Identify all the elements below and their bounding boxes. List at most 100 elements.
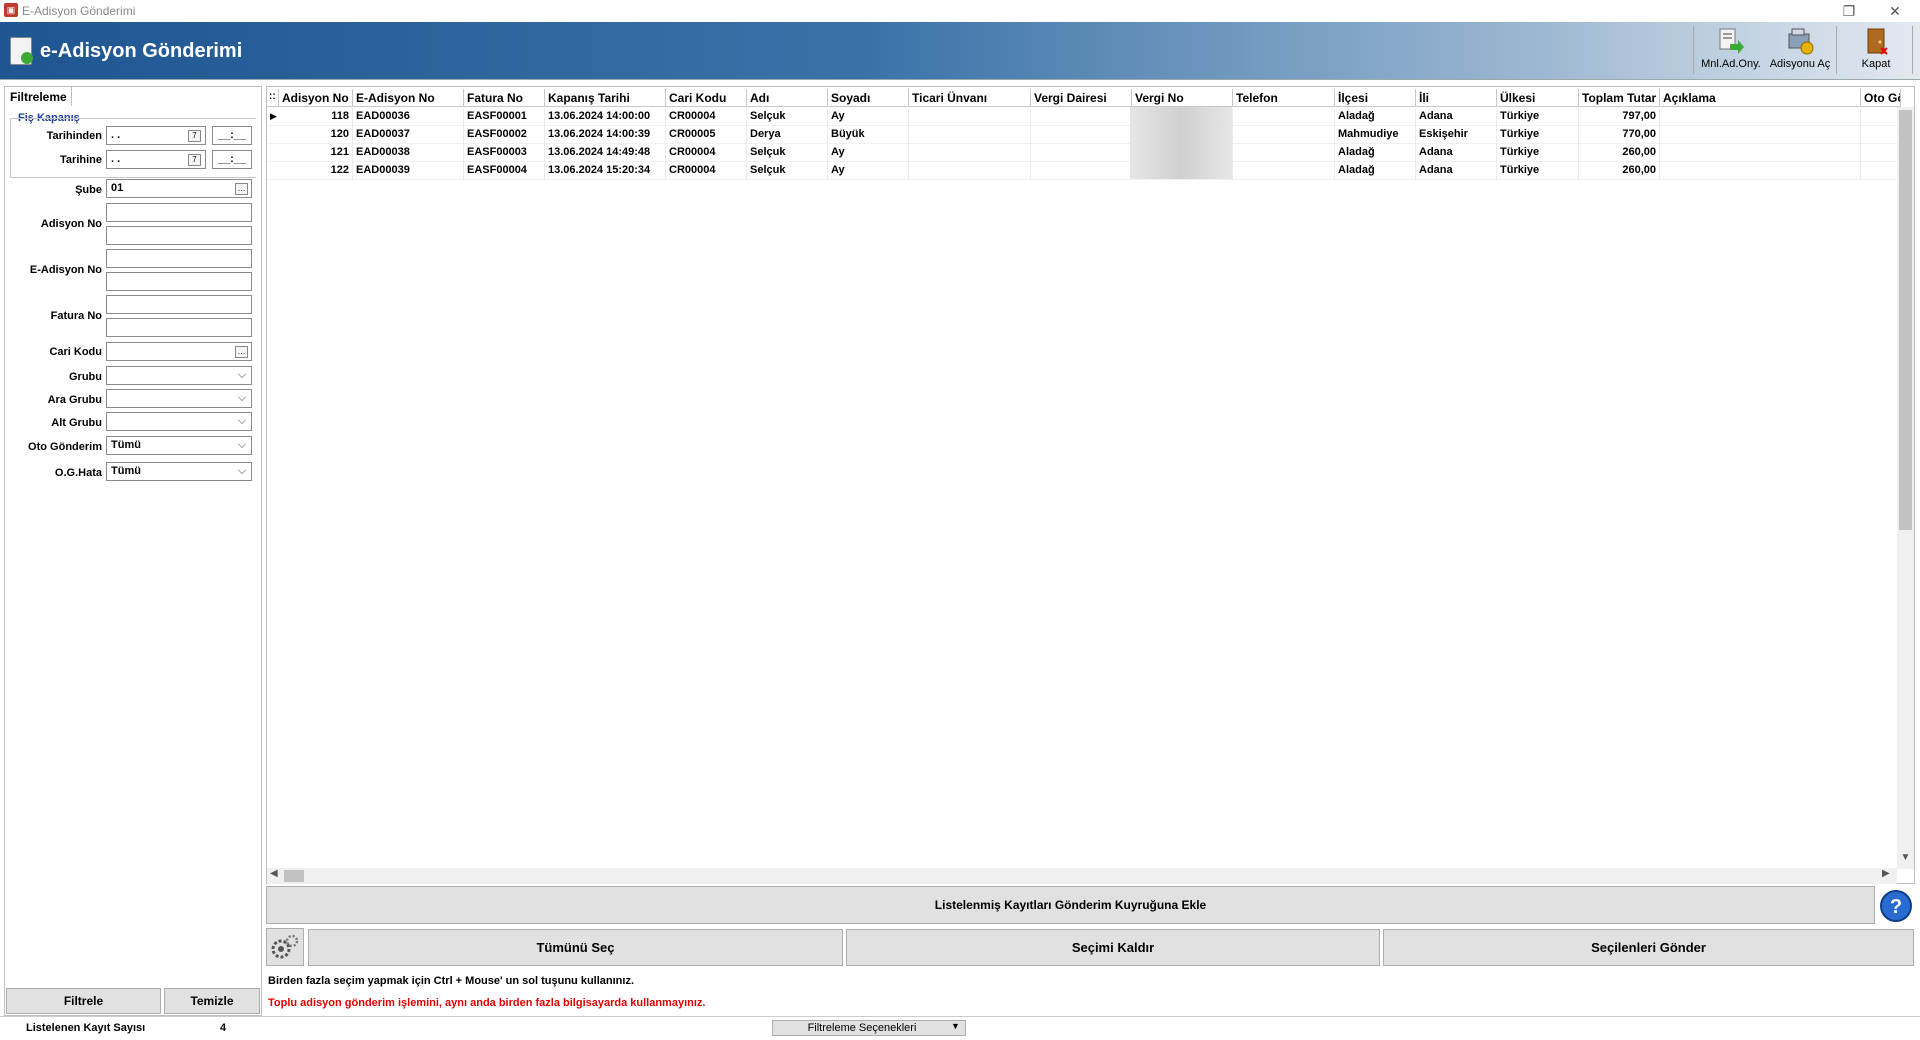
table-cell: Aladağ	[1335, 144, 1416, 162]
column-header[interactable]: Telefon	[1233, 89, 1335, 107]
svg-text:?: ?	[1890, 896, 1902, 918]
column-header[interactable]: Kapanış Tarihi	[545, 89, 666, 107]
calendar-icon[interactable]: 7	[188, 130, 201, 142]
table-cell	[909, 126, 1031, 144]
date-to-label: Tarihine	[60, 154, 102, 166]
table-cell: 13.06.2024 15:20:34	[545, 162, 666, 180]
cari-kodu-field[interactable]	[106, 342, 252, 361]
oto-gonderim-select[interactable]: Tümü	[106, 436, 252, 455]
column-header[interactable]: Ülkesi	[1497, 89, 1579, 107]
column-header[interactable]: Fatura No	[464, 89, 545, 107]
column-header[interactable]: Adisyon No	[279, 89, 353, 107]
table-cell: Türkiye	[1497, 108, 1579, 126]
adisyon-no-from[interactable]	[106, 203, 252, 222]
column-header[interactable]: Toplam Tutar	[1579, 89, 1660, 107]
scroll-down-icon[interactable]: ▼	[1899, 852, 1912, 866]
column-header[interactable]: Açıklama	[1660, 89, 1861, 107]
table-cell: EASF00001	[464, 108, 545, 126]
table-cell	[909, 162, 1031, 180]
table-cell: Adana	[1416, 162, 1497, 180]
scroll-right-icon[interactable]: ▶	[1882, 868, 1890, 879]
window-title: E-Adisyon Gönderimi	[22, 4, 136, 18]
filter-options-button[interactable]: Filtreleme Seçenekleri	[772, 1020, 966, 1036]
branch-field[interactable]: 01	[106, 179, 252, 198]
column-header[interactable]: Oto Gö	[1861, 89, 1901, 107]
column-header[interactable]: Adı	[747, 89, 828, 107]
table-cell	[1031, 108, 1132, 126]
column-header[interactable]: Cari Kodu	[666, 89, 747, 107]
record-count-value: 4	[220, 1022, 227, 1034]
vertical-scroll-thumb[interactable]	[1899, 110, 1912, 530]
column-header[interactable]: İlçesi	[1335, 89, 1416, 107]
tab-filtreleme[interactable]: Filtreleme	[4, 86, 72, 106]
records-grid	[266, 86, 1915, 884]
table-cell: Adana	[1416, 108, 1497, 126]
table-cell: 122	[279, 162, 353, 180]
table-cell	[1861, 162, 1901, 180]
fatura-no-to[interactable]	[106, 318, 252, 337]
calendar-icon[interactable]: 7	[188, 154, 201, 166]
help-icon[interactable]: ?	[1878, 888, 1914, 924]
table-cell: CR00004	[666, 108, 747, 126]
add-to-queue-button[interactable]: Listelenmiş Kayıtları Gönderim Kuyruğuna…	[266, 886, 1875, 924]
table-cell: 13.06.2024 14:00:39	[545, 126, 666, 144]
alt-grubu-select[interactable]	[106, 412, 252, 431]
table-cell	[1031, 162, 1132, 180]
column-header[interactable]: Vergi Dairesi	[1031, 89, 1132, 107]
table-cell: Adana	[1416, 144, 1497, 162]
grubu-select[interactable]	[106, 366, 252, 385]
table-cell: EAD00037	[353, 126, 464, 144]
table-cell: EASF00004	[464, 162, 545, 180]
open-adisyon-button[interactable]: Adisyonu Aç	[1766, 26, 1834, 76]
fatura-no-from[interactable]	[106, 295, 252, 314]
lookup-icon[interactable]: …	[235, 346, 248, 358]
horizontal-scrollbar[interactable]	[267, 868, 1897, 884]
time-to-field[interactable]: __:__	[212, 150, 252, 169]
close-button[interactable]: Kapat	[1842, 26, 1910, 76]
table-cell: EAD00039	[353, 162, 464, 180]
filter-button[interactable]: Filtrele	[6, 988, 161, 1014]
og-hata-label: O.G.Hata	[54, 467, 102, 479]
send-selected-button[interactable]: Seçilenleri Gönder	[1383, 929, 1914, 966]
dropdown-arrow-icon: ▼	[951, 1021, 960, 1031]
time-from-field[interactable]: __:__	[212, 126, 252, 145]
title-bar: ▣ E-Adisyon Gönderimi ❐ ✕	[0, 0, 1920, 22]
column-header[interactable]: Vergi No	[1132, 89, 1233, 107]
eadisyon-no-label: E-Adisyon No	[29, 264, 102, 276]
column-header[interactable]: İli	[1416, 89, 1497, 107]
scroll-left-icon[interactable]: ◀	[270, 868, 278, 879]
clear-button[interactable]: Temizle	[164, 988, 260, 1014]
branch-label: Şube	[75, 184, 102, 196]
cari-kodu-label: Cari Kodu	[49, 346, 102, 358]
close-icon[interactable]: ✕	[1872, 0, 1918, 22]
column-header[interactable]: Soyadı	[828, 89, 909, 107]
document-arrow-icon	[1716, 26, 1746, 56]
settings-button[interactable]	[266, 928, 304, 966]
horizontal-scroll-thumb[interactable]	[284, 870, 304, 882]
blurred-cells	[1130, 107, 1232, 179]
record-count-label: Listelenen Kayıt Sayısı	[26, 1022, 146, 1034]
warning-text: Toplu adisyon gönderim işlemini, aynı an…	[268, 997, 706, 1009]
table-cell: 13.06.2024 14:00:00	[545, 108, 666, 126]
table-cell: Selçuk	[747, 108, 828, 126]
eadisyon-no-to[interactable]	[106, 272, 252, 291]
table-cell	[1660, 126, 1861, 144]
table-cell: Türkiye	[1497, 162, 1579, 180]
manual-approve-button[interactable]: Mnl.Ad.Ony.	[1697, 26, 1765, 76]
lookup-icon[interactable]: …	[235, 183, 248, 195]
table-cell: 797,00	[1579, 108, 1660, 126]
select-all-button[interactable]: Tümünü Seç	[308, 929, 843, 966]
og-hata-select[interactable]: Tümü	[106, 462, 252, 481]
eadisyon-no-from[interactable]	[106, 249, 252, 268]
deselect-button[interactable]: Seçimi Kaldır	[846, 929, 1380, 966]
table-cell	[1233, 108, 1335, 126]
ara-grubu-select[interactable]	[106, 389, 252, 408]
register-icon	[1785, 26, 1815, 56]
column-header[interactable]: Ticari Ünvanı	[909, 89, 1031, 107]
header-banner: e-Adisyon Gönderimi	[0, 22, 1920, 80]
column-header[interactable]: E-Adisyon No	[353, 89, 464, 107]
restore-icon[interactable]: ❐	[1826, 0, 1872, 22]
adisyon-no-to[interactable]	[106, 226, 252, 245]
table-cell: CR00004	[666, 144, 747, 162]
table-cell: Derya	[747, 126, 828, 144]
